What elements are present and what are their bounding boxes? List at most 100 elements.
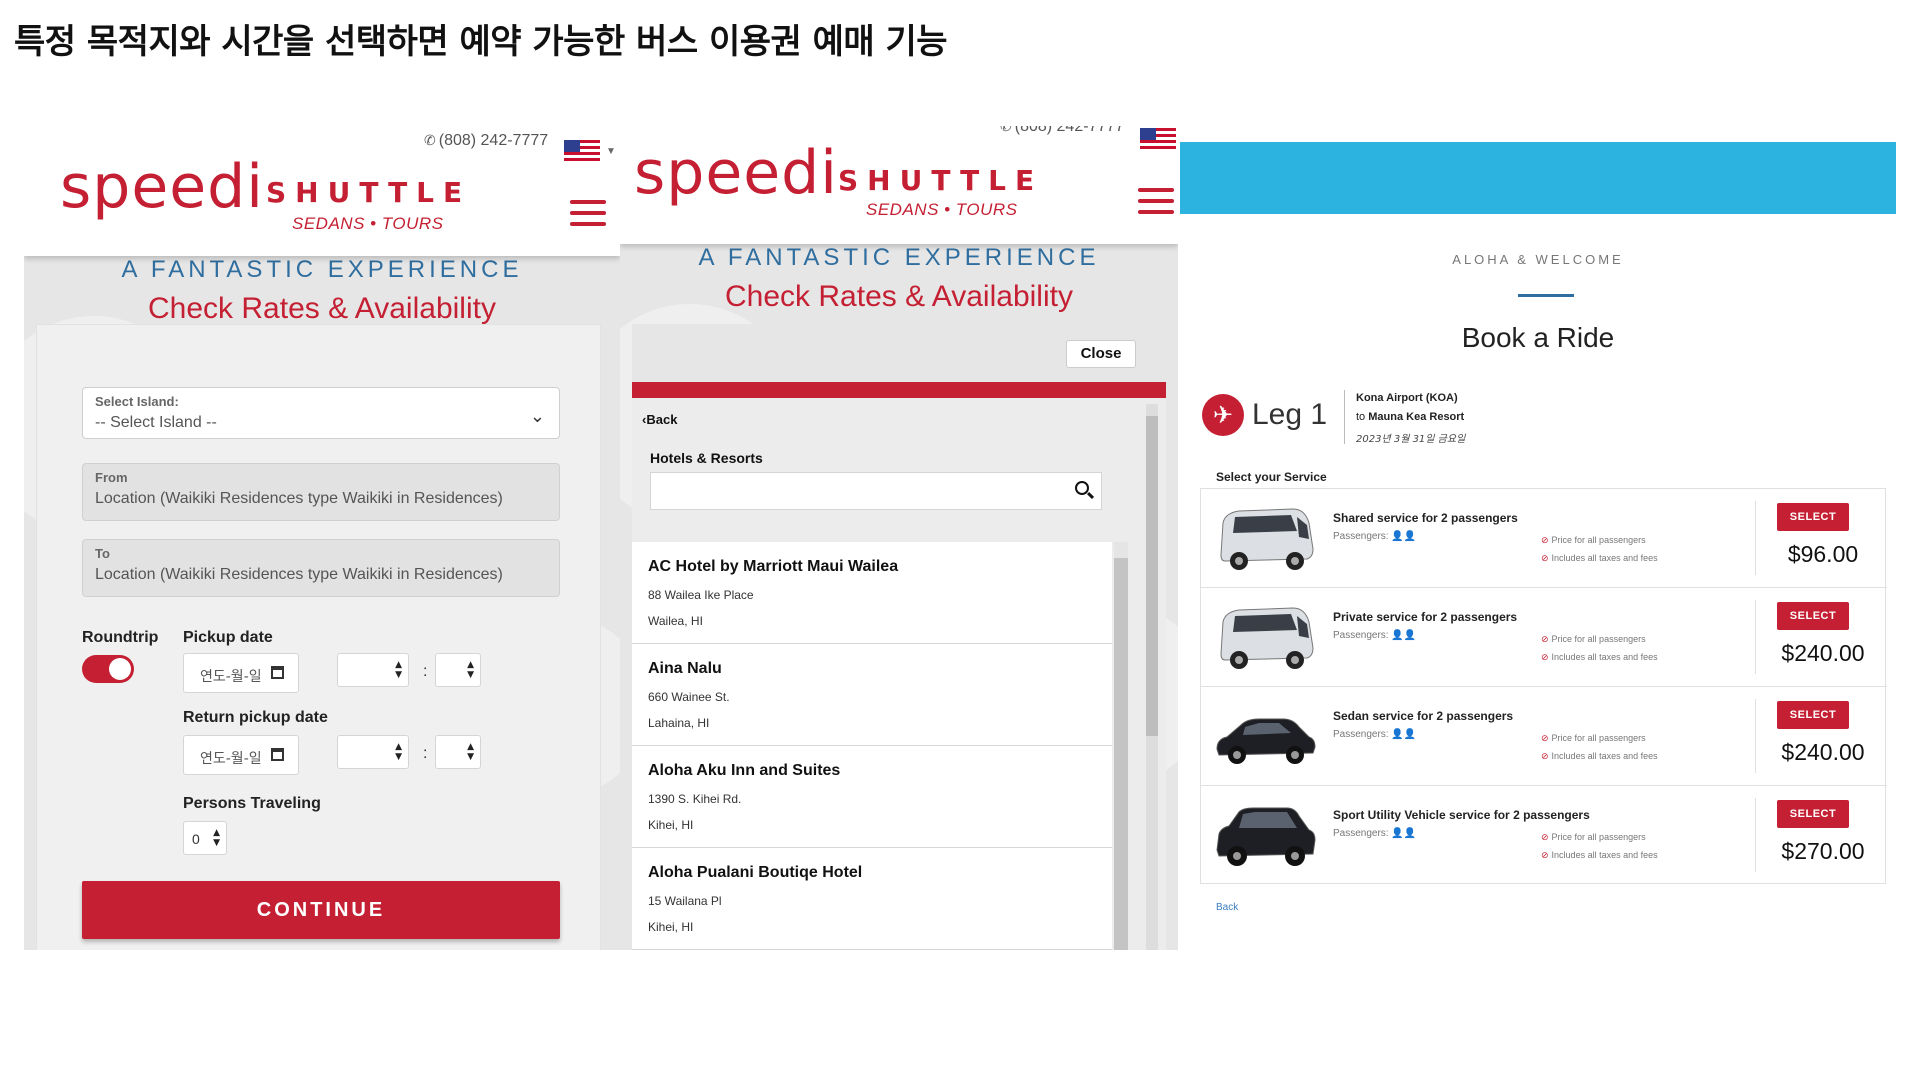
select-service-label: Select your Service: [1216, 470, 1327, 484]
picker-body: ‹Back Hotels & Resorts AC Hotel by Marri…: [632, 398, 1166, 950]
calendar-icon[interactable]: [271, 748, 284, 761]
passenger-icon: 👤👤: [1391, 828, 1417, 839]
hotel-picker-screen: ✆ (808) 242-7777 speedi SHUTTLE SEDANS • …: [620, 126, 1178, 950]
price-note: ⊘ Price for all passengers: [1541, 832, 1646, 843]
menu-icon[interactable]: [570, 200, 606, 228]
van-icon: [1220, 607, 1314, 669]
service-price: $270.00: [1781, 838, 1865, 864]
site-header: ✆ (808) 242-7777 ▼ speedi SHUTTLE SEDANS …: [24, 126, 620, 256]
scrollbar-thumb[interactable]: [1114, 558, 1128, 950]
scrollbar-thumb[interactable]: [1146, 416, 1158, 736]
return-date-label: Return pickup date: [183, 709, 328, 726]
select-button[interactable]: SELECT: [1777, 701, 1849, 729]
return-hour-select[interactable]: ▲ ▼: [337, 735, 409, 769]
spinner-icon: ▲ ▼: [213, 828, 220, 848]
passengers-info: Passengers: 👤👤: [1333, 531, 1417, 542]
pickup-date-input[interactable]: 연도-월-일: [183, 653, 299, 693]
service-price: $96.00: [1787, 541, 1859, 567]
pickup-hour-select[interactable]: ▲ ▼: [337, 653, 409, 687]
phone-number[interactable]: ✆ (808) 242-7777: [1000, 126, 1124, 136]
logo-speedi[interactable]: speedi: [60, 152, 264, 222]
list-scrollbar[interactable]: [1114, 542, 1128, 950]
list-item[interactable]: Aloha Aku Inn and Suites 1390 S. Kihei R…: [632, 746, 1112, 848]
airplane-icon: ✈: [1202, 394, 1244, 436]
list-item[interactable]: Aloha Pualani Boutiqe Hotel 15 Wailana P…: [632, 848, 1112, 950]
passengers-info: Passengers: 👤👤: [1333, 828, 1417, 839]
booking-title: Book a Ride: [1461, 322, 1615, 353]
return-minute-select[interactable]: ▲ ▼: [435, 735, 481, 769]
trip-destination: to Mauna Kea Resort: [1356, 411, 1465, 423]
hero-kicker: A FANTASTIC EXPERIENCE: [121, 256, 523, 283]
spinner-icon: ▲ ▼: [395, 742, 402, 762]
hero-title: Check Rates & Availability: [148, 292, 496, 325]
page-title: 특정 목적지와 시간을 선택하면 예약 가능한 버스 이용권 예매 기능: [14, 22, 948, 62]
select-button[interactable]: SELECT: [1777, 503, 1849, 531]
modal-accent-bar: [632, 382, 1166, 398]
divider: [1344, 390, 1345, 444]
select-button[interactable]: SELECT: [1777, 602, 1849, 630]
hero-kicker: A FANTASTIC EXPERIENCE: [698, 244, 1100, 271]
check-circle-icon: ⊘: [1541, 851, 1549, 861]
screenshot-collage: 특정 목적지와 시간을 선택하면 예약 가능한 버스 이용권 예매 기능 ✆ (8…: [0, 0, 1910, 1074]
hotel-list: AC Hotel by Marriott Maui Wailea 88 Wail…: [632, 542, 1112, 950]
from-field[interactable]: From Location (Waikiki Residences type W…: [82, 463, 560, 521]
roundtrip-toggle[interactable]: [82, 655, 134, 683]
menu-icon[interactable]: [1138, 188, 1174, 216]
outer-scrollbar[interactable]: [1146, 404, 1158, 950]
return-date-input[interactable]: 연도-월-일: [183, 735, 299, 775]
logo-shuttle: SHUTTLE: [838, 164, 1044, 197]
logo-shuttle: SHUTTLE: [266, 176, 472, 209]
passengers-info: Passengers: 👤👤: [1333, 729, 1417, 740]
island-select[interactable]: Select Island: -- Select Island -- ⌄: [82, 387, 560, 439]
taxes-note: ⊘ Includes all taxes and fees: [1541, 850, 1658, 861]
trip-origin: Kona Airport (KOA): [1356, 392, 1458, 404]
persons-label: Persons Traveling: [183, 795, 321, 812]
location-picker-modal: Close ‹Back Hotels & Resorts AC Hotel by…: [632, 324, 1166, 950]
time-separator: :: [423, 745, 428, 762]
list-item[interactable]: Aina Nalu 660 Wainee St. Lahaina, HI: [632, 644, 1112, 746]
service-list: Shared service for 2 passengers Passenge…: [1200, 488, 1887, 885]
check-circle-icon: ⊘: [1541, 833, 1549, 843]
calendar-icon[interactable]: [271, 666, 284, 679]
hotel-search-input[interactable]: [650, 472, 1102, 510]
service-name: Shared service for 2 passengers: [1333, 511, 1518, 525]
rates-form: Select Island: -- Select Island -- ⌄ Fro…: [36, 324, 601, 950]
persons-select[interactable]: 0 ▲ ▼: [183, 821, 227, 855]
back-link[interactable]: ‹Back: [642, 412, 677, 427]
service-selection-screen: ALOHA & WELCOME Book a Ride ✈ Leg 1 Kona…: [1180, 142, 1896, 932]
close-button[interactable]: Close: [1066, 340, 1136, 368]
divider: [1755, 798, 1756, 872]
trip-date: 2023년 3월 31일 금요일: [1356, 434, 1466, 445]
us-flag-icon[interactable]: [1140, 128, 1176, 150]
check-circle-icon: ⊘: [1541, 536, 1549, 546]
price-note: ⊘ Price for all passengers: [1541, 634, 1646, 645]
select-button[interactable]: SELECT: [1777, 800, 1849, 828]
passengers-info: Passengers: 👤👤: [1333, 630, 1417, 641]
list-item[interactable]: AC Hotel by Marriott Maui Wailea 88 Wail…: [632, 542, 1112, 644]
passenger-icon: 👤👤: [1391, 531, 1417, 542]
spinner-icon: ▲ ▼: [467, 660, 474, 680]
to-field[interactable]: To Location (Waikiki Residences type Wai…: [82, 539, 560, 597]
site-header: ✆ (808) 242-7777 speedi SHUTTLE SEDANS • …: [620, 126, 1178, 244]
us-flag-icon[interactable]: [564, 140, 600, 162]
pickup-minute-select[interactable]: ▲ ▼: [435, 653, 481, 687]
van-icon: [1220, 508, 1314, 570]
divider: [1755, 600, 1756, 674]
taxes-note: ⊘ Includes all taxes and fees: [1541, 553, 1658, 564]
passenger-icon: 👤👤: [1391, 630, 1417, 641]
service-row: Sport Utility Vehicle service for 2 pass…: [1201, 786, 1887, 885]
service-name: Private service for 2 passengers: [1333, 610, 1518, 624]
divider: [1755, 501, 1756, 575]
service-name: Sedan service for 2 passengers: [1333, 709, 1514, 723]
service-row: Private service for 2 passengers Passeng…: [1201, 588, 1887, 687]
logo-speedi[interactable]: speedi: [634, 138, 838, 208]
check-circle-icon: ⊘: [1541, 752, 1549, 762]
category-title: Hotels & Resorts: [650, 450, 763, 466]
leg-label: Leg 1: [1252, 398, 1328, 431]
booking-form-screen: ✆ (808) 242-7777 ▼ speedi SHUTTLE SEDANS …: [24, 126, 620, 950]
back-link[interactable]: Back: [1216, 902, 1238, 913]
passenger-icon: 👤👤: [1391, 729, 1417, 740]
search-icon[interactable]: [1075, 481, 1089, 495]
continue-button[interactable]: CONTINUE: [82, 881, 560, 939]
phone-number[interactable]: ✆ (808) 242-7777: [424, 132, 548, 150]
